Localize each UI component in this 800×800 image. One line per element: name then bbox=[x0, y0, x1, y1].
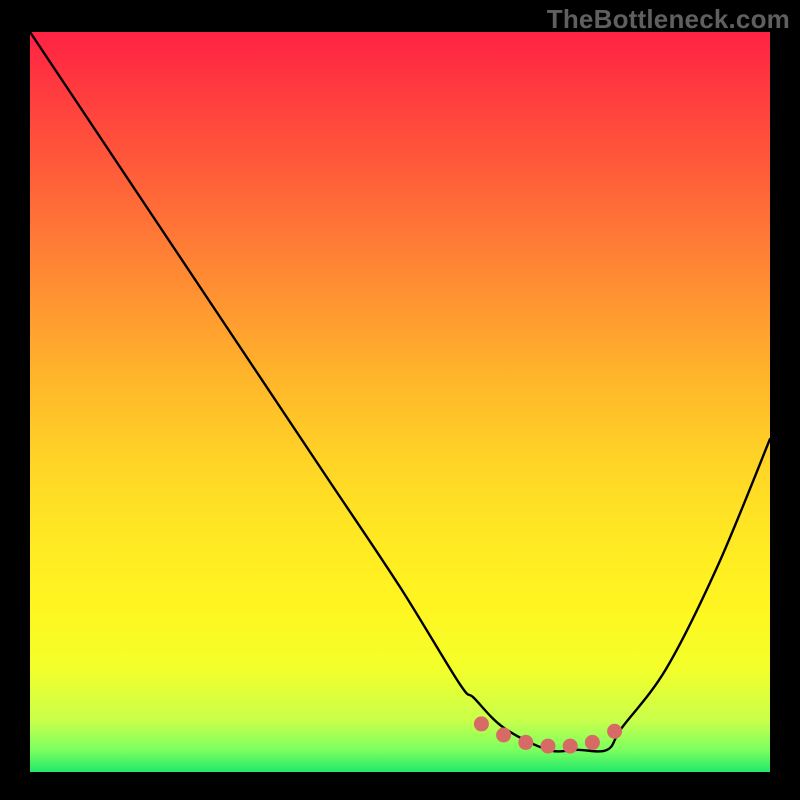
bottleneck-curve bbox=[30, 32, 770, 751]
highlight-dot bbox=[563, 739, 578, 754]
highlight-dot bbox=[541, 739, 556, 754]
plot-area bbox=[30, 32, 770, 772]
chart-frame: TheBottleneck.com bbox=[0, 0, 800, 800]
watermark-text: TheBottleneck.com bbox=[547, 4, 790, 35]
highlight-dot bbox=[474, 716, 489, 731]
highlight-dot bbox=[496, 728, 511, 743]
highlight-dot bbox=[585, 735, 600, 750]
highlight-dot bbox=[607, 724, 622, 739]
highlight-dot bbox=[518, 735, 533, 750]
chart-svg bbox=[30, 32, 770, 772]
